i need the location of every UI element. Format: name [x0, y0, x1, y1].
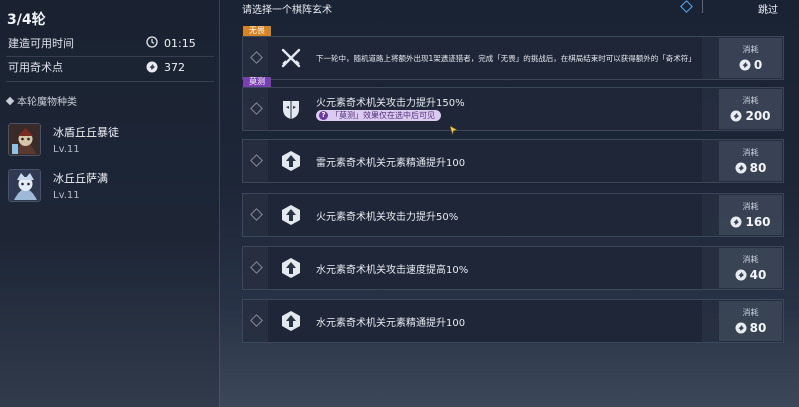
build-time-value: 01:15: [164, 36, 196, 50]
cost-label: 消耗: [742, 202, 759, 211]
hilichurl-shaman-portrait: [8, 168, 41, 202]
cost-value: 0: [753, 58, 763, 72]
select-diamond-icon[interactable]: [250, 154, 263, 167]
cost-value: 40: [749, 268, 767, 282]
option-card[interactable]: 水元素奇术机关攻击速度提高10% 消耗 40: [242, 246, 784, 290]
arcane-point-icon: [730, 110, 742, 122]
build-time-label: 建造可用时间: [8, 37, 74, 50]
cost-label: 消耗: [742, 96, 759, 105]
cursor-icon: [449, 120, 458, 136]
monster-section-title: 本轮魔物种类: [5, 93, 77, 108]
cost-label: 消耗: [742, 255, 759, 264]
points-value: 372: [164, 60, 185, 74]
cost-box: 消耗 40: [719, 248, 782, 288]
cost-box: 消耗 200: [719, 89, 782, 129]
skip-button[interactable]: 跳过: [758, 1, 778, 16]
left-panel: 3/4轮 建造可用时间 01:15 可用奇术点 372 本轮魔物种类 冰盾丘丘暴…: [0, 0, 220, 407]
cost-box: 消耗 0: [719, 38, 782, 78]
card-description: 雷元素奇术机关元素精通提升100: [316, 158, 466, 169]
diamond-indicator-icon: [680, 0, 693, 13]
monster-level: Lv.11: [53, 189, 80, 201]
option-card[interactable]: 莫测 火元素奇术机关攻击力提升150% ? 「莫测」效果仅在选中后可见 消耗 2…: [242, 77, 784, 131]
card-tag: 莫测: [243, 77, 271, 87]
page-title: 请选择一个棋阵玄术: [242, 5, 332, 16]
upgrade-arrow-icon: [280, 203, 302, 227]
diamond-bullet-icon: [5, 96, 15, 105]
upgrade-arrow-icon: [280, 256, 302, 280]
option-card[interactable]: 火元素奇术机关攻击力提升50% 消耗 160: [242, 193, 784, 237]
header-bar: 请选择一个棋阵玄术 跳过: [221, 0, 799, 16]
upgrade-arrow-icon: [280, 149, 302, 173]
option-card[interactable]: 无畏 下一轮中，随机道路上将额外出现1架遗迹猎者，完成「无畏」的挑战后，在棋局结…: [242, 26, 784, 80]
monster-name: 冰盾丘丘暴徒: [53, 125, 119, 139]
points-label: 可用奇术点: [8, 61, 63, 74]
clock-icon: [146, 35, 158, 51]
cost-box: 消耗 80: [719, 301, 782, 341]
monster-entry[interactable]: 冰盾丘丘暴徒 Lv.11: [8, 121, 208, 157]
card-description: 火元素奇术机关攻击力提升150%: [316, 98, 465, 109]
option-card[interactable]: 雷元素奇术机关元素精通提升100 消耗 80: [242, 139, 784, 183]
cost-label: 消耗: [742, 148, 759, 157]
select-diamond-icon[interactable]: [250, 208, 263, 221]
cost-value: 200: [745, 109, 771, 123]
select-diamond-icon[interactable]: [250, 102, 263, 115]
cost-box: 消耗 80: [719, 141, 782, 181]
monster-entry[interactable]: 冰丘丘萨满 Lv.11: [8, 167, 208, 203]
arcane-point-icon: [739, 59, 751, 71]
select-diamond-icon[interactable]: [250, 51, 263, 64]
cost-value: 80: [749, 321, 767, 335]
points-row: 可用奇术点 372: [0, 54, 220, 80]
cost-label: 消耗: [742, 308, 759, 317]
card-description: 水元素奇术机关攻击速度提高10%: [316, 265, 469, 276]
divider: [702, 0, 703, 13]
round-counter: 3/4轮: [7, 12, 46, 28]
question-icon: ?: [319, 111, 328, 120]
arcane-point-icon: [735, 322, 747, 334]
cost-box: 消耗 160: [719, 195, 782, 235]
divider: [6, 81, 214, 82]
hilichurl-mitachurl-portrait: [8, 122, 41, 156]
option-card[interactable]: 水元素奇术机关元素精通提升100 消耗 80: [242, 299, 784, 343]
card-description: 下一轮中，随机道路上将额外出现1架遗迹猎者，完成「无畏」的挑战后，在棋局结束时可…: [316, 54, 696, 63]
mask-icon: [280, 97, 302, 121]
card-description: 火元素奇术机关攻击力提升50%: [316, 212, 459, 223]
monster-level: Lv.11: [53, 143, 80, 155]
crossed-swords-icon: [280, 46, 302, 70]
select-diamond-icon[interactable]: [250, 314, 263, 327]
arcane-point-icon: [735, 269, 747, 281]
arcane-point-icon: [146, 61, 158, 73]
arcane-point-icon: [735, 162, 747, 174]
cost-value: 160: [745, 215, 771, 229]
card-tag: 无畏: [243, 26, 271, 36]
card-description: 水元素奇术机关元素精通提升100: [316, 318, 466, 329]
build-time-row: 建造可用时间 01:15: [0, 30, 220, 56]
cost-value: 80: [749, 161, 767, 175]
hidden-effect-hint: ? 「莫测」效果仅在选中后可见: [316, 110, 441, 121]
monster-name: 冰丘丘萨满: [53, 171, 108, 185]
arcane-point-icon: [730, 216, 742, 228]
select-diamond-icon[interactable]: [250, 261, 263, 274]
upgrade-arrow-icon: [280, 309, 302, 333]
cost-label: 消耗: [742, 45, 759, 54]
